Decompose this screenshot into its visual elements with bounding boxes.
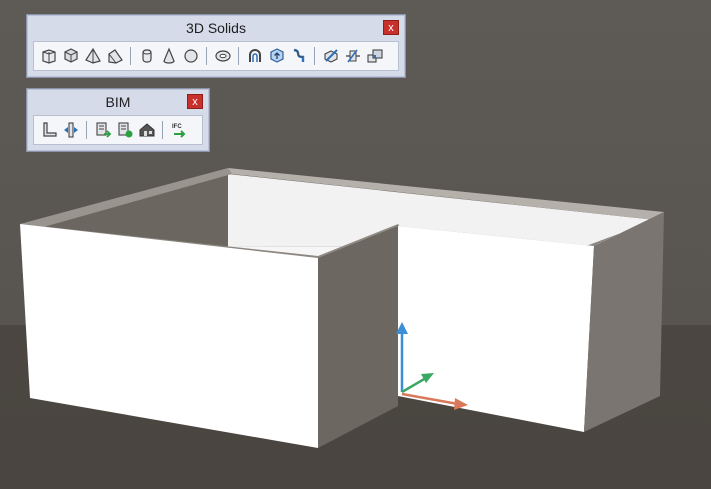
toolbar-3d-solids[interactable]: 3D Solids x <box>26 14 406 78</box>
bim-building-button[interactable] <box>136 119 157 141</box>
bim-attach-icon <box>95 122 111 138</box>
wedge-button[interactable] <box>104 45 125 67</box>
pyramid-icon <box>84 47 101 64</box>
toolbar-separator <box>314 47 315 65</box>
box-icon <box>41 49 56 64</box>
box-button[interactable] <box>38 45 59 67</box>
toolbar-separator <box>238 47 239 65</box>
flip-wall-button[interactable] <box>60 119 81 141</box>
bim-building-icon <box>139 123 154 137</box>
toolbar-close-button[interactable]: x <box>383 20 399 35</box>
interfere-icon <box>366 49 383 63</box>
cone-button[interactable] <box>158 45 179 67</box>
cube-button[interactable] <box>60 45 81 67</box>
toolbar-close-button[interactable]: x <box>187 94 203 109</box>
slice-icon <box>323 49 338 63</box>
extrude-icon <box>269 48 284 63</box>
toolbar-title: BIM <box>105 94 131 110</box>
cube-icon <box>63 48 78 63</box>
extrude-button[interactable] <box>266 45 287 67</box>
revolve-icon <box>248 49 261 62</box>
toolbar-separator <box>130 47 131 65</box>
toolbar-separator <box>162 121 163 139</box>
bim-classify-button[interactable] <box>114 119 135 141</box>
toolbar-buttons <box>33 41 399 71</box>
section-button[interactable] <box>342 45 363 67</box>
pyramid-button[interactable] <box>82 45 103 67</box>
torus-icon <box>214 50 231 62</box>
sweep-button[interactable] <box>288 45 309 67</box>
interfere-button[interactable] <box>364 45 385 67</box>
wall-button[interactable] <box>38 119 59 141</box>
cone-icon <box>162 47 175 64</box>
toolbar-title: 3D Solids <box>186 20 246 36</box>
slice-button[interactable] <box>320 45 341 67</box>
l-shaped-wall-model[interactable] <box>20 168 664 448</box>
torus-button[interactable] <box>212 45 233 67</box>
sweep-icon <box>293 48 304 62</box>
ifc-export-icon: IFC <box>172 124 185 138</box>
section-icon <box>345 49 360 63</box>
toolbar-separator <box>206 47 207 65</box>
bim-classify-icon <box>117 122 132 138</box>
wall-icon <box>42 122 57 137</box>
bim-attach-button[interactable] <box>92 119 113 141</box>
toolbar-title-bar[interactable]: 3D Solids x <box>27 15 405 41</box>
wall-front-face <box>398 226 594 432</box>
toolbar-bim[interactable]: BIM x IFC <box>26 88 210 152</box>
toolbar-separator <box>86 121 87 139</box>
ifc-label: IFC <box>172 124 182 130</box>
sphere-button[interactable] <box>180 45 201 67</box>
cylinder-icon <box>141 49 152 63</box>
cylinder-button[interactable] <box>136 45 157 67</box>
sphere-icon <box>183 49 198 63</box>
toolbar-buttons: IFC <box>33 115 203 145</box>
revolve-button[interactable] <box>244 45 265 67</box>
wedge-icon <box>107 49 123 64</box>
flip-wall-icon <box>63 122 78 138</box>
ifc-export-button[interactable]: IFC <box>168 119 189 141</box>
toolbar-title-bar[interactable]: BIM x <box>27 89 209 115</box>
